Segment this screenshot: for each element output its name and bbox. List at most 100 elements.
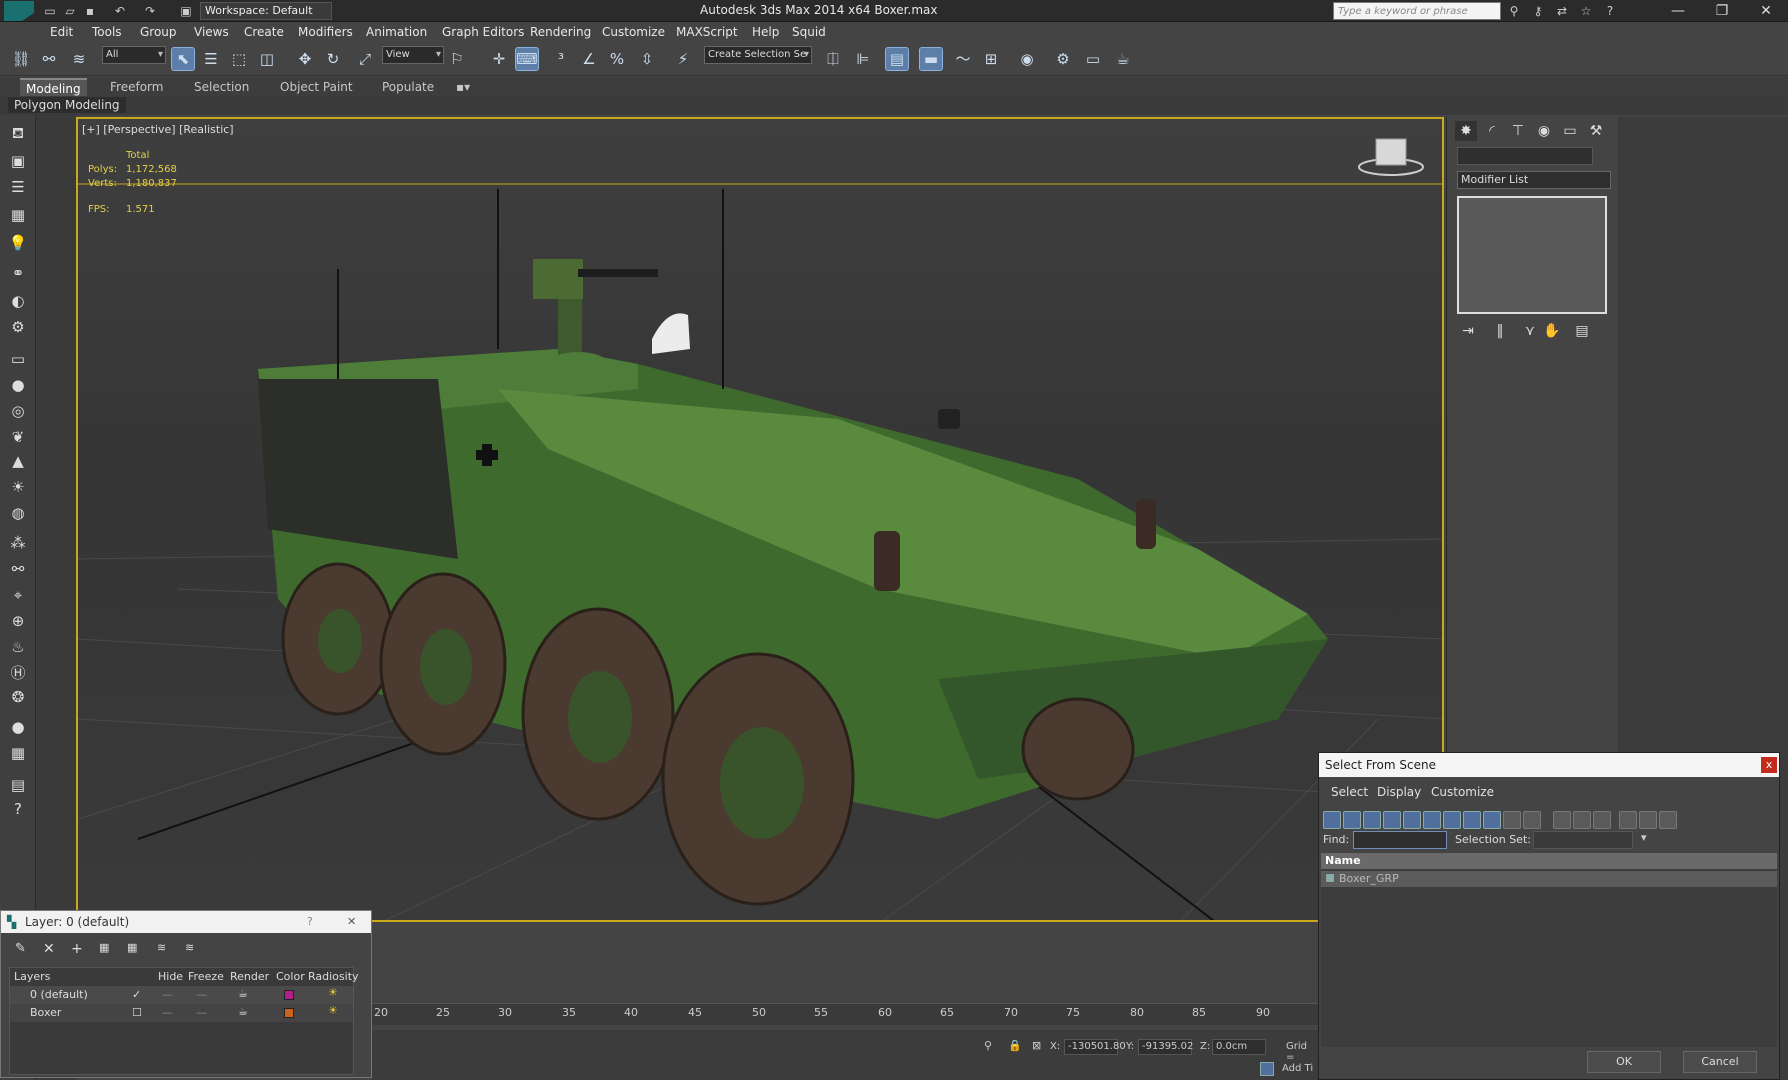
tab-freeform[interactable]: Freeform (110, 80, 163, 94)
close-button[interactable]: ✕ (1744, 0, 1788, 22)
make-unique-icon[interactable]: ⋎ (1519, 321, 1541, 341)
tab-populate[interactable]: Populate (382, 80, 434, 94)
project-folder-icon[interactable]: ▣ (178, 3, 194, 19)
freeze-all-icon[interactable]: ≋ (185, 941, 194, 954)
modifier-stack[interactable] (1457, 196, 1607, 314)
ribbon-options-icon[interactable]: ▪▾ (456, 80, 470, 94)
space-warps-filter-icon[interactable] (1423, 811, 1441, 829)
selection-filter-dropdown[interactable]: All (102, 46, 166, 64)
utility-icon[interactable]: ▤ (8, 775, 28, 795)
menu-customize[interactable]: Customize (602, 25, 665, 39)
scale-icon[interactable]: ⤢ (354, 48, 376, 70)
bones-icon[interactable]: ⚯ (8, 559, 28, 579)
search-input[interactable]: Type a keyword or phrase (1333, 2, 1501, 20)
grid-icon[interactable]: ▦ (8, 205, 28, 225)
exchange-icon[interactable]: ⇄ (1554, 3, 1570, 19)
polygon-modeling-panel[interactable]: Polygon Modeling (8, 97, 126, 113)
maximize-button[interactable]: ❐ (1700, 0, 1744, 22)
col-freeze[interactable]: Freeze (188, 970, 224, 983)
z-coordinate-field[interactable]: 0.0cm (1212, 1039, 1266, 1055)
key-icon[interactable]: ⚷ (1530, 3, 1546, 19)
radiosity-icon[interactable]: ☀ (328, 986, 338, 999)
minimize-button[interactable]: — (1656, 0, 1700, 22)
containers-filter-icon[interactable] (1503, 811, 1521, 829)
xrefs-filter-icon[interactable] (1463, 811, 1481, 829)
col-radiosity[interactable]: Radiosity (308, 970, 359, 983)
cone-icon[interactable]: ▲ (8, 451, 28, 471)
helper-icon[interactable]: ⌖ (8, 585, 28, 605)
select-icon[interactable]: ⬉ (171, 47, 195, 71)
layer-close-button[interactable]: ✕ (347, 915, 356, 928)
hide-toggle[interactable]: — (162, 988, 173, 1001)
utilities-tab-icon[interactable]: ⚒ (1585, 121, 1607, 141)
new-file-icon[interactable]: ▭ (42, 3, 58, 19)
render-teapot-icon[interactable]: ☕ (238, 987, 248, 1000)
percent-snap-icon[interactable]: % (606, 48, 628, 70)
camera-icon[interactable]: ◐ (8, 291, 28, 311)
viewcube-icon[interactable] (1356, 133, 1426, 179)
y-coordinate-field[interactable]: -91395.02 (1138, 1039, 1193, 1055)
undo-icon[interactable]: ↶ (112, 3, 128, 19)
freeze-toggle[interactable]: — (196, 988, 207, 1001)
help-icon[interactable]: ? (1602, 3, 1618, 19)
ok-button[interactable]: OK (1587, 1051, 1661, 1073)
select-by-name-icon[interactable]: ☰ (200, 48, 222, 70)
isolate-icon[interactable]: ⚲ (984, 1039, 992, 1052)
remove-modifier-icon[interactable]: ✋ (1541, 321, 1563, 341)
select-invert-icon[interactable] (1593, 811, 1611, 829)
menu-help[interactable]: Help (752, 25, 779, 39)
active-layer-check[interactable]: ✓ (132, 988, 141, 1001)
particles-icon[interactable]: ⁂ (8, 533, 28, 553)
modifier-list-dropdown[interactable]: Modifier List (1457, 171, 1611, 189)
menu-squid[interactable]: Squid (792, 25, 826, 39)
collapse-icon[interactable] (1659, 811, 1677, 829)
col-render[interactable]: Render (230, 970, 269, 983)
star-icon[interactable]: ☆ (1578, 3, 1594, 19)
tab-selection[interactable]: Selection (194, 80, 249, 94)
bind-space-warp-icon[interactable]: ≋ (68, 48, 90, 70)
geometry-filter-icon[interactable] (1323, 811, 1341, 829)
binoculars-icon[interactable]: ⚲ (1506, 3, 1522, 19)
object-name-input[interactable] (1457, 147, 1593, 165)
menu-display[interactable]: Display (1377, 785, 1421, 799)
filter-icon[interactable] (1619, 811, 1637, 829)
timeline-ruler[interactable]: 20 25 30 35 40 45 50 55 60 65 70 75 80 8… (372, 1003, 1318, 1025)
menu-graph-editors[interactable]: Graph Editors (442, 25, 524, 39)
configure-sets-icon[interactable]: ▤ (1571, 321, 1593, 341)
menu-views[interactable]: Views (194, 25, 229, 39)
cameras-filter-icon[interactable] (1383, 811, 1401, 829)
shapes-filter-icon[interactable] (1343, 811, 1361, 829)
open-file-icon[interactable]: ▱ (62, 3, 78, 19)
col-hide[interactable]: Hide (158, 970, 183, 983)
calculator-icon[interactable]: ▦ (8, 743, 28, 763)
save-icon[interactable]: ▪ (82, 3, 98, 19)
edit-named-selection-icon[interactable]: ⚡ (672, 48, 694, 70)
list-icon[interactable]: ☰ (8, 177, 28, 197)
menu-customize[interactable]: Customize (1431, 785, 1494, 799)
app-logo-icon[interactable] (4, 1, 34, 21)
list-item[interactable]: Boxer_GRP (1321, 871, 1777, 887)
pin-stack-icon[interactable]: ⇥ (1457, 321, 1479, 341)
menu-select[interactable]: Select (1331, 785, 1368, 799)
mirror-icon[interactable]: ⎅ (822, 48, 844, 70)
move-icon[interactable]: ✥ (294, 48, 316, 70)
create-tab-icon[interactable]: ✸ (1455, 121, 1477, 141)
time-tag-icon[interactable] (1260, 1062, 1274, 1076)
render-production-icon[interactable]: ☕ (1112, 48, 1134, 70)
active-layer-check[interactable]: ☐ (132, 1006, 142, 1019)
rotate-icon[interactable]: ↻ (322, 48, 344, 70)
window-crossing-icon[interactable]: ◫ (256, 48, 278, 70)
walk-icon[interactable]: ⚭ (8, 263, 28, 283)
film-icon[interactable]: ⚙ (8, 317, 28, 337)
radiosity-icon[interactable]: ☀ (328, 1004, 338, 1017)
rendered-frame-icon[interactable]: ▭ (1082, 48, 1104, 70)
col-color[interactable]: Color (276, 970, 305, 983)
plant-icon[interactable]: ❦ (8, 427, 28, 447)
graphite-toggle-icon[interactable]: ▬ (919, 47, 943, 71)
pivot-center-icon[interactable]: ⚐ (446, 48, 468, 70)
layer-manager-icon[interactable]: ▤ (885, 47, 909, 71)
menu-edit[interactable]: Edit (50, 25, 73, 39)
manipulate-icon[interactable]: ✛ (488, 48, 510, 70)
add-to-layer-icon[interactable]: + (71, 941, 83, 957)
layer-color-swatch[interactable] (284, 990, 294, 1000)
